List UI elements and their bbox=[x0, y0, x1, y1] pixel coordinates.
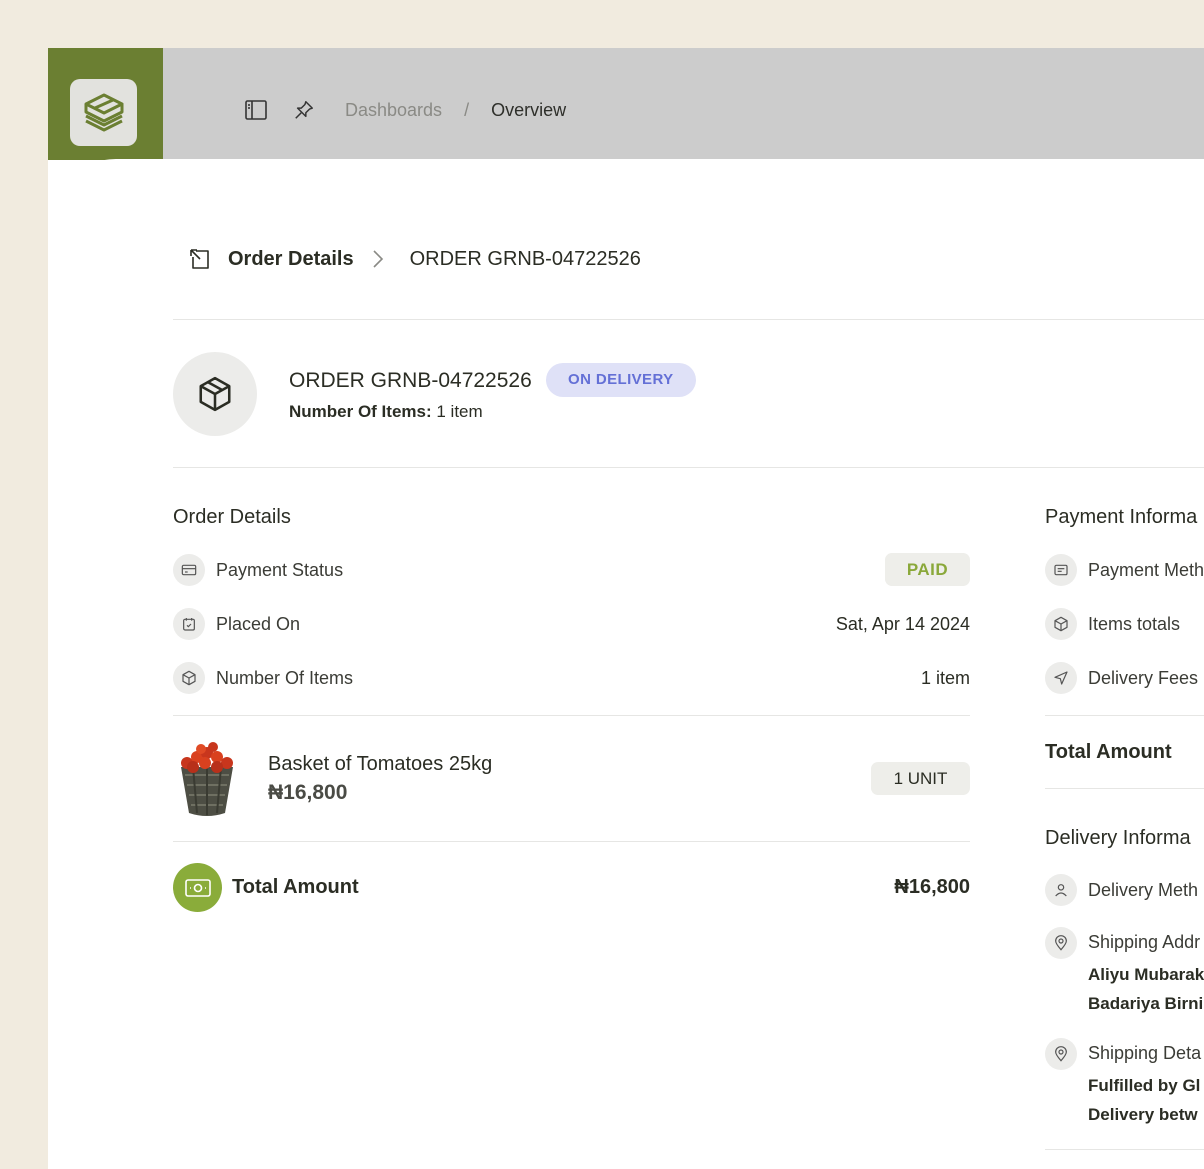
location-pin-icon bbox=[1045, 927, 1077, 959]
shipping-details-line-1: Fulfilled by Gl bbox=[1088, 1076, 1201, 1095]
user-icon bbox=[1045, 874, 1077, 906]
delivery-method-label: Delivery Meth bbox=[1088, 880, 1199, 900]
credit-card-icon bbox=[173, 554, 205, 586]
number-of-items-label: Number Of Items bbox=[216, 668, 354, 688]
location-pin-icon bbox=[1045, 1038, 1077, 1070]
delivery-fees-label: Delivery Fees bbox=[1088, 668, 1199, 688]
shipping-details-line-2: Delivery betw bbox=[1088, 1105, 1198, 1124]
page-title: Order Details bbox=[228, 247, 354, 270]
divider bbox=[173, 467, 1204, 468]
breadcrumb-dashboards[interactable]: Dashboards bbox=[345, 100, 442, 121]
package-icon bbox=[199, 376, 231, 412]
payment-status-badge: PAID bbox=[885, 553, 970, 586]
divider bbox=[173, 319, 1204, 320]
calendar-icon bbox=[173, 608, 205, 640]
product-name: Basket of Tomatoes 25kg bbox=[268, 753, 493, 775]
breadcrumb-separator: / bbox=[464, 100, 470, 120]
payment-status-label: Payment Status bbox=[216, 560, 344, 580]
back-arrow-icon[interactable] bbox=[188, 247, 212, 271]
payment-total-label: Total Amount bbox=[1045, 741, 1172, 763]
app-logo[interactable] bbox=[70, 79, 137, 146]
items-label: Number Of Items: bbox=[289, 402, 432, 421]
order-items-count: Number Of Items: 1 item bbox=[289, 402, 483, 422]
order-details-title: Order Details bbox=[173, 506, 291, 528]
payment-info-title: Payment Informa bbox=[1045, 506, 1198, 528]
box-logo-icon bbox=[84, 93, 123, 131]
divider bbox=[173, 841, 970, 842]
total-amount-value: ₦16,800 bbox=[894, 876, 970, 898]
app-window: Dashboards / Overview Order Details ORDE… bbox=[48, 48, 1204, 1169]
items-totals-label: Items totals bbox=[1088, 614, 1181, 634]
number-of-items-value: 1 item bbox=[920, 668, 970, 688]
delivery-info-title: Delivery Informa bbox=[1045, 827, 1191, 849]
package-icon bbox=[173, 662, 205, 694]
page-header: Order Details ORDER GRNB-04722526 bbox=[188, 247, 641, 271]
package-icon bbox=[1045, 608, 1077, 640]
breadcrumb-overview: Overview bbox=[491, 100, 567, 120]
divider bbox=[1045, 1149, 1204, 1150]
breadcrumb: Dashboards / Overview bbox=[345, 100, 566, 121]
divider bbox=[173, 715, 970, 716]
top-bar: Dashboards / Overview bbox=[163, 48, 1204, 159]
payment-method-label: Payment Meth bbox=[1088, 560, 1204, 580]
send-icon bbox=[1045, 662, 1077, 694]
shipping-details-label: Shipping Deta bbox=[1088, 1043, 1202, 1063]
shipping-address-label: Shipping Addr bbox=[1088, 932, 1201, 952]
address-line-2: Badariya Birni bbox=[1088, 994, 1204, 1013]
divider bbox=[1045, 715, 1204, 716]
sidebar-toggle-icon[interactable] bbox=[244, 98, 268, 122]
quantity-badge: 1 UNIT bbox=[871, 762, 970, 795]
chevron-right-icon bbox=[373, 250, 383, 268]
status-badge: ON DELIVERY bbox=[546, 363, 696, 397]
pin-icon[interactable] bbox=[292, 98, 316, 122]
sidebar-strip bbox=[48, 48, 163, 160]
order-avatar bbox=[173, 352, 257, 436]
order-title: ORDER GRNB-04722526 bbox=[289, 369, 532, 392]
divider bbox=[1045, 788, 1204, 789]
items-value: 1 item bbox=[436, 402, 483, 421]
address-line-1: Aliyu Mubarak bbox=[1088, 965, 1204, 984]
money-icon bbox=[173, 863, 222, 912]
breadcrumb-order-ref: ORDER GRNB-04722526 bbox=[409, 247, 641, 270]
receipt-icon bbox=[1045, 554, 1077, 586]
total-amount-label: Total Amount bbox=[232, 876, 359, 898]
product-price: ₦16,800 bbox=[268, 781, 348, 804]
placed-on-label: Placed On bbox=[216, 614, 301, 634]
product-image bbox=[173, 741, 241, 817]
placed-on-value: Sat, Apr 14 2024 bbox=[835, 614, 970, 634]
main-content: Order Details ORDER GRNB-04722526 ORDER … bbox=[48, 159, 1204, 1169]
